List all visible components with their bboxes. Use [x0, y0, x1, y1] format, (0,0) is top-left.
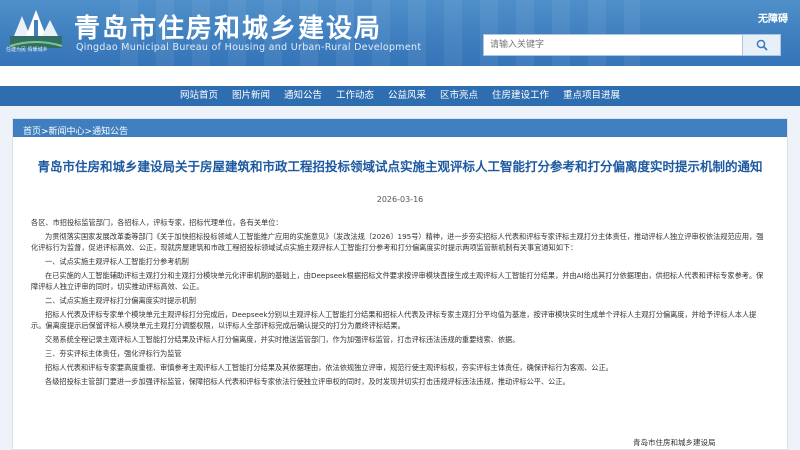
search-input[interactable] — [484, 35, 742, 55]
barrier-free-link[interactable]: 无障碍 — [758, 10, 788, 25]
article-title: 青岛市住房和城乡建设局关于房屋建筑和市政工程招投标领域试点实施主观评标人工智能打… — [37, 159, 763, 174]
site-title[interactable]: 青岛市住房和城乡建设局 — [74, 8, 382, 45]
header-spacer — [0, 66, 800, 86]
site-subtitle: Qingdao Municipal Bureau of Housing and … — [76, 42, 422, 53]
nav-item-public-welfare[interactable]: 公益风采 — [381, 86, 433, 106]
search-button[interactable] — [742, 35, 780, 55]
nav-item-district-highlights[interactable]: 区市亮点 — [433, 86, 485, 106]
nav-item-key-projects[interactable]: 重点项目进展 — [556, 86, 627, 106]
section-3-body: 招标人代表和评标专家要高度重视、审慎参考主观评标人工智能打分结果及其依据理由，依… — [45, 363, 613, 372]
section-2-body: 招标人代表及评标专家单个模块单元主观评标打分完成后，Deepseek分别以主观评… — [31, 310, 757, 330]
nav-item-notices[interactable]: 通知公告 — [277, 86, 329, 106]
site-header: 住建为民 情暖城乡 青岛市住房和城乡建设局 Qingdao Municipal … — [0, 0, 800, 66]
search-box — [483, 34, 781, 56]
salutation: 各区、市招投标监管部门，各招标人，评标专家，招标代理单位，各有关单位： — [31, 218, 283, 227]
paragraph-5: 各级招投标主管部门要进一步加强评标监管，保障招标人代表和评标专家依法行使独立评审… — [45, 377, 570, 386]
logo-caption: 住建为民 情暖城乡 — [6, 47, 48, 53]
section-1-heading: 一、试点实施主观评标人工智能打分参考机制 — [45, 257, 189, 266]
nav-item-housing-work[interactable]: 住房建设工作 — [485, 86, 556, 106]
section-3-heading: 三、夯实评标主体责任，强化评标行为监管 — [45, 349, 182, 358]
paragraph-3: 交易系统全程记录主观评标人工智能打分结果及评标人打分偏离度，并实时推送监管部门，… — [45, 335, 520, 344]
article-date: 2026-03-16 — [376, 195, 424, 204]
main-nav: 网站首页 图片新闻 通知公告 工作动态 公益风采 区市亮点 住房建设工作 重点项… — [0, 86, 800, 106]
nav-item-home[interactable]: 网站首页 — [173, 86, 225, 106]
section-1-body: 在已实施的人工智能辅助评标主观打分和主观打分模块单元化评审机制的基础上，由Dee… — [31, 271, 764, 291]
section-2-heading: 二、试点实施主观评标打分偏离度实时提示机制 — [45, 296, 196, 305]
search-icon — [756, 39, 768, 51]
article-body: 各区、市招投标监管部门，各招标人，评标专家，招标代理单位，各有关单位： 为贯彻落… — [31, 217, 767, 390]
breadcrumb-bar: 首页>新闻中心>通知公告 — [13, 119, 787, 137]
article-panel: 首页>新闻中心>通知公告 青岛市住房和城乡建设局关于房屋建筑和市政工程招投标领域… — [12, 118, 788, 450]
intro-paragraph: 为贯彻落实国家发展改革委等部门《关于加快招标投标领域人工智能推广应用的实施意见》… — [31, 232, 764, 252]
breadcrumb[interactable]: 首页>新闻中心>通知公告 — [23, 127, 128, 137]
article-signature: 青岛市住房和城乡建设局 — [633, 438, 716, 447]
nav-item-photo-news[interactable]: 图片新闻 — [225, 86, 277, 106]
nav-item-work-updates[interactable]: 工作动态 — [329, 86, 381, 106]
